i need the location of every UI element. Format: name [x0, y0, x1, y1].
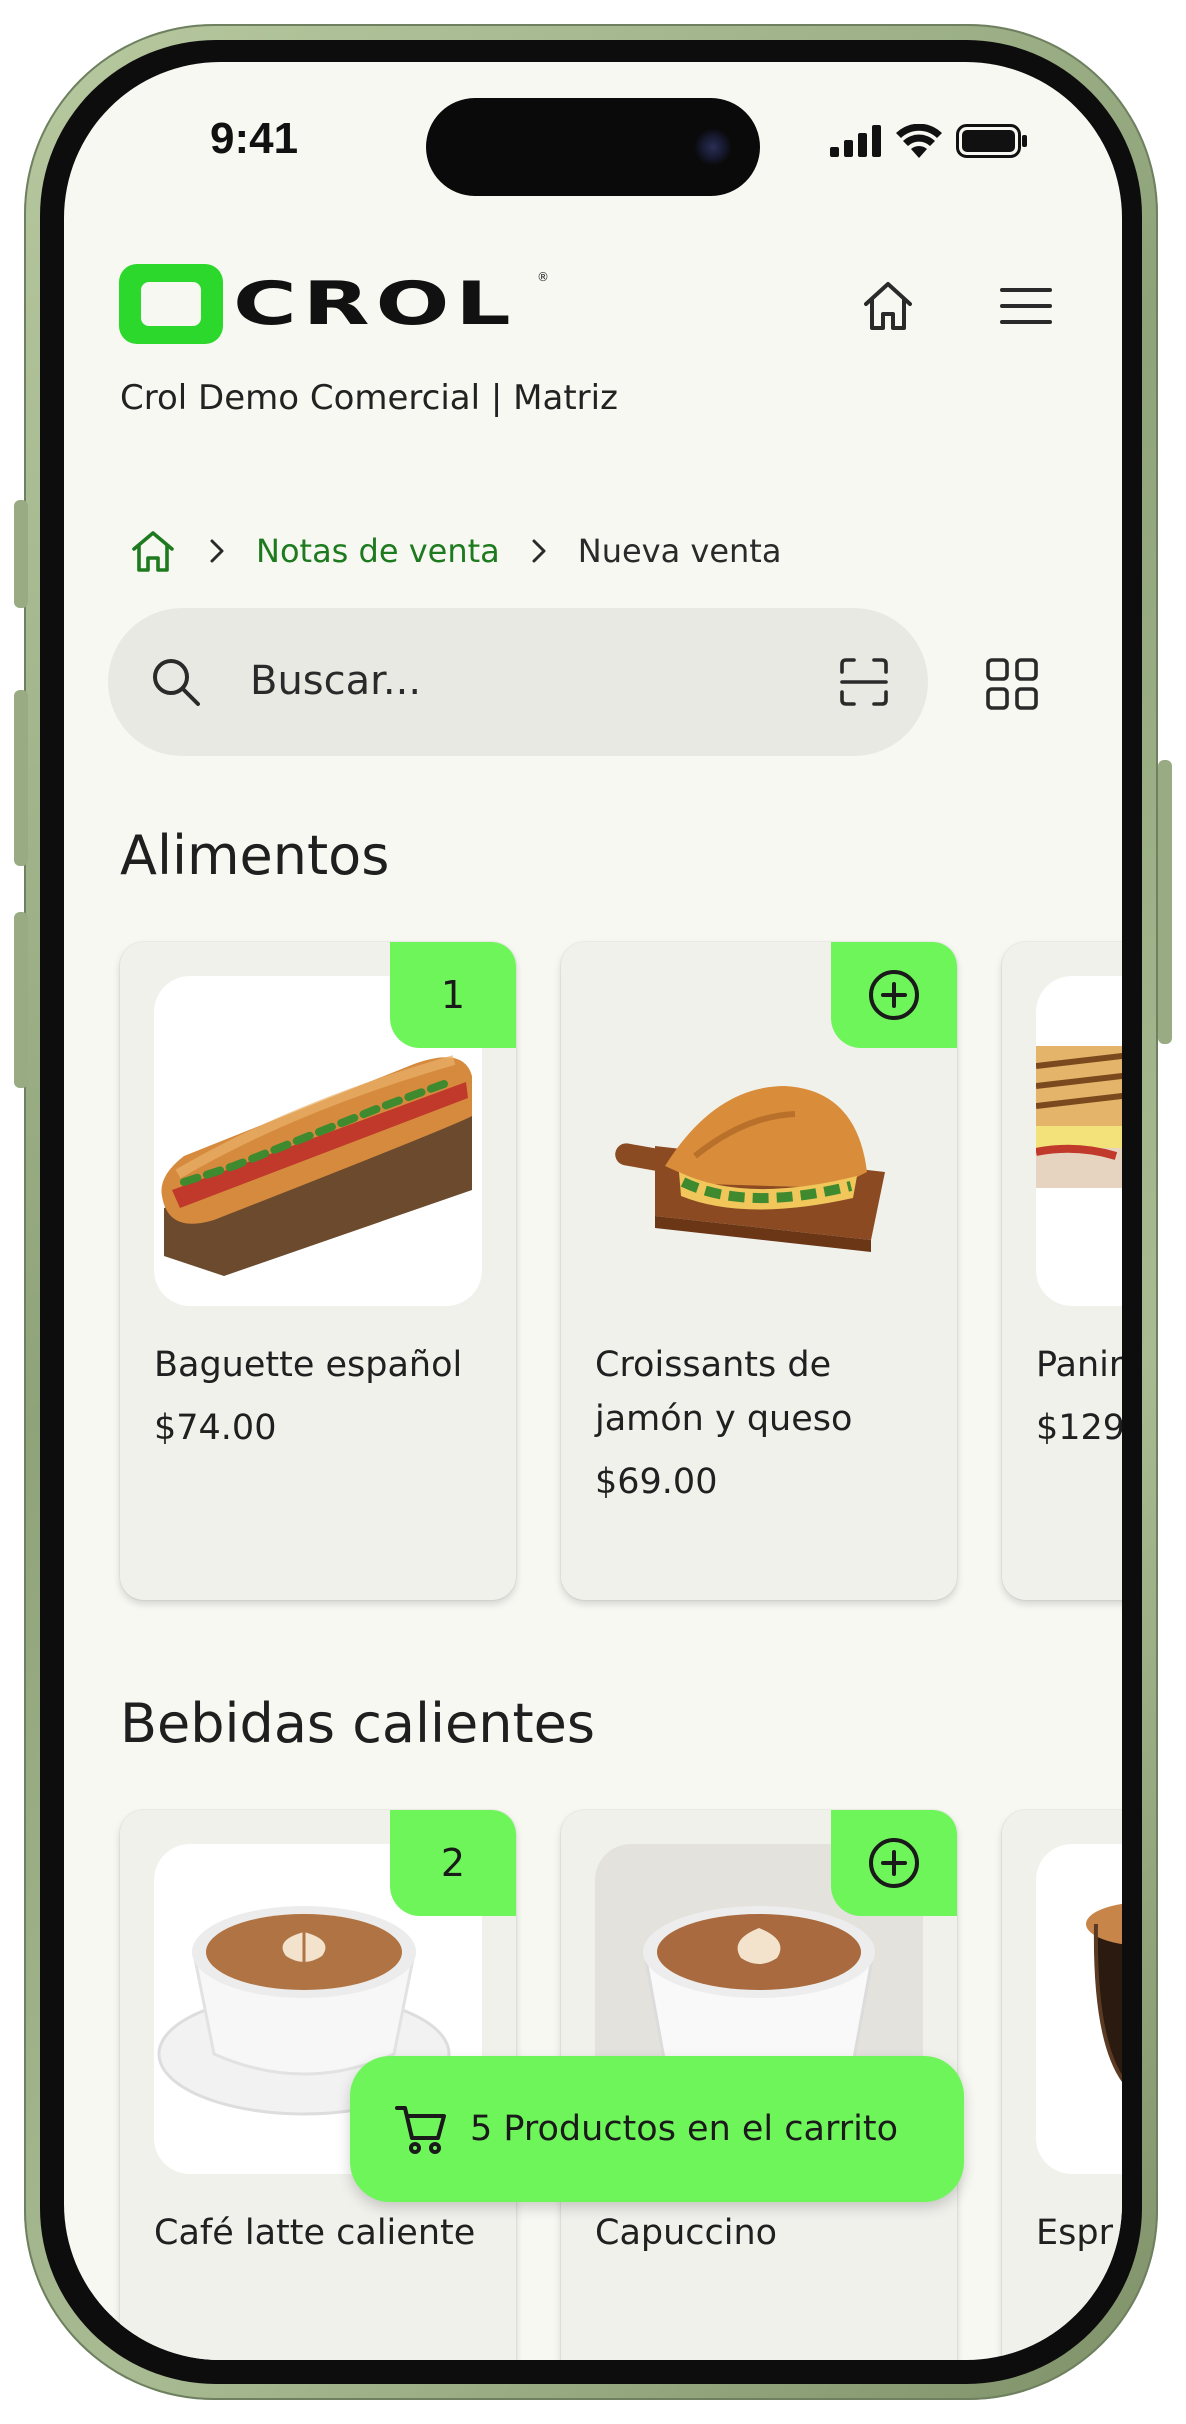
- company-name: Crol Demo Comercial | Matriz: [120, 378, 618, 418]
- add-product-button[interactable]: [831, 942, 957, 1048]
- breadcrumb-notas-de-venta[interactable]: Notas de venta: [256, 532, 500, 570]
- product-card-espresso[interactable]: Espr: [1002, 1810, 1122, 2360]
- brand-wordmark: CROL: [233, 269, 517, 339]
- quantity-badge[interactable]: 2: [390, 1810, 516, 1916]
- front-camera: [694, 128, 732, 166]
- product-image: [1036, 976, 1122, 1306]
- power-button: [1158, 760, 1172, 1044]
- status-time: 9:41: [210, 114, 299, 163]
- add-product-button[interactable]: [831, 1810, 957, 1916]
- shopping-cart-icon: [395, 2106, 446, 2154]
- section-title-bebidas-calientes: Bebidas calientes: [120, 1692, 595, 1755]
- product-price: $129: [1036, 1408, 1122, 1448]
- product-card-panini[interactable]: Panir $129: [1002, 942, 1122, 1600]
- product-price: $69.00: [595, 1462, 718, 1502]
- battery-icon: [956, 124, 1027, 158]
- cellular-signal-icon: [830, 125, 881, 157]
- menu-icon[interactable]: [994, 274, 1058, 338]
- search-bar[interactable]: Buscar...: [108, 608, 928, 756]
- app-screen: 9:41 CROL ® Crol Demo Comercial | Matriz…: [64, 62, 1122, 2360]
- cart-button[interactable]: 5 Productos en el carrito: [350, 2056, 964, 2202]
- quantity-badge[interactable]: 1: [390, 942, 516, 1048]
- product-card-baguette[interactable]: 1 Baguette español $74.00: [120, 942, 516, 1600]
- dynamic-island: [426, 98, 760, 196]
- cart-label: 5 Productos en el carrito: [470, 2109, 898, 2149]
- search-icon: [153, 659, 200, 706]
- product-name: Panir: [1036, 1345, 1122, 1385]
- volume-up-button: [14, 690, 28, 866]
- brand-logo[interactable]: CROL ®: [119, 264, 549, 344]
- barcode-scan-icon[interactable]: [836, 654, 892, 710]
- product-image: [1036, 1844, 1122, 2174]
- product-price: $74.00: [154, 1408, 277, 1448]
- product-name: Baguette español: [154, 1345, 463, 1385]
- product-name: Capuccino: [595, 2213, 778, 2253]
- breadcrumb-home-icon[interactable]: [128, 526, 178, 576]
- breadcrumb: Notas de venta Nueva venta: [128, 526, 781, 576]
- wifi-icon: [896, 124, 942, 158]
- action-button: [14, 500, 28, 608]
- brand-mark: [119, 264, 223, 344]
- chevron-right-icon: [208, 538, 226, 564]
- search-input[interactable]: Buscar...: [250, 658, 421, 704]
- add-circle-icon: [869, 970, 919, 1020]
- home-icon[interactable]: [856, 274, 920, 338]
- grid-view-icon[interactable]: [984, 656, 1040, 712]
- status-indicators: [830, 124, 1028, 158]
- add-circle-icon: [869, 1838, 919, 1888]
- registered-mark: ®: [537, 270, 549, 284]
- product-card-croissant[interactable]: Croissants de jamón y queso $69.00: [561, 942, 957, 1600]
- product-name: Café latte caliente: [154, 2213, 476, 2253]
- chevron-right-icon: [530, 538, 548, 564]
- product-name: Espr: [1036, 2213, 1113, 2253]
- breadcrumb-current: Nueva venta: [577, 532, 782, 570]
- section-title-alimentos: Alimentos: [120, 824, 390, 887]
- volume-down-button: [14, 912, 28, 1088]
- product-name: Croissants de jamón y queso: [595, 1345, 853, 1439]
